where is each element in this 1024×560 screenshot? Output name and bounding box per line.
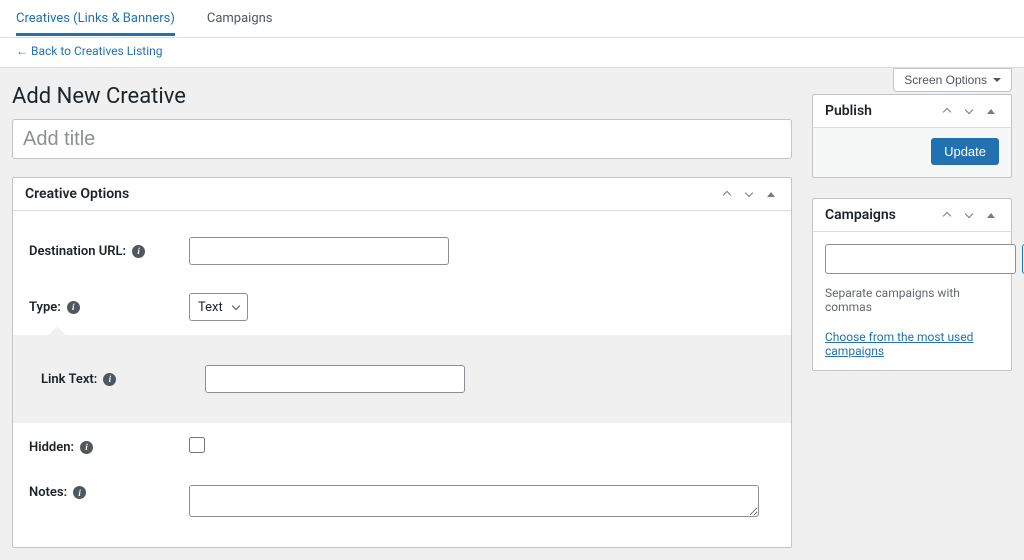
- hidden-checkbox[interactable]: [189, 437, 205, 453]
- creative-options-heading: Creative Options: [25, 186, 129, 202]
- tab-bar: Creatives (Links & Banners) Campaigns: [0, 0, 1024, 38]
- tab-campaigns[interactable]: Campaigns: [207, 1, 273, 36]
- caret-down-icon: [993, 78, 1001, 82]
- move-up-icon[interactable]: [939, 103, 955, 119]
- hidden-label: Hidden:: [29, 440, 74, 455]
- campaigns-box: Campaigns Add Separate campaigns with co…: [812, 198, 1012, 371]
- creative-options-header: Creative Options: [13, 178, 791, 211]
- notes-textarea[interactable]: [189, 485, 759, 517]
- move-down-icon[interactable]: [961, 207, 977, 223]
- info-icon[interactable]: i: [103, 373, 116, 386]
- info-icon[interactable]: i: [80, 441, 93, 454]
- collapse-icon[interactable]: [763, 186, 779, 202]
- move-down-icon[interactable]: [961, 103, 977, 119]
- destination-url-label: Destination URL:: [29, 244, 126, 259]
- publish-heading: Publish: [825, 103, 872, 119]
- screen-options-wrap: Screen Options: [893, 68, 1012, 92]
- update-button[interactable]: Update: [931, 138, 999, 165]
- link-text-row: Link Text: i: [13, 335, 791, 423]
- back-bar: ← Back to Creatives Listing: [0, 38, 1024, 68]
- choose-most-used-campaigns-link[interactable]: Choose from the most used campaigns: [825, 330, 999, 358]
- destination-url-row: Destination URL: i: [25, 223, 779, 279]
- campaigns-note: Separate campaigns with commas: [825, 286, 999, 314]
- hidden-row: Hidden: i: [25, 423, 779, 471]
- move-up-icon[interactable]: [939, 207, 955, 223]
- publish-box: Publish Update: [812, 94, 1012, 178]
- tab-creatives[interactable]: Creatives (Links & Banners): [16, 1, 175, 36]
- type-label: Type:: [29, 300, 61, 315]
- screen-options-label: Screen Options: [904, 73, 987, 87]
- link-text-input[interactable]: [205, 365, 465, 393]
- move-up-icon[interactable]: [719, 186, 735, 202]
- campaigns-header: Campaigns: [813, 199, 1011, 232]
- back-to-listing-link[interactable]: ← Back to Creatives Listing: [16, 44, 163, 58]
- chevron-down-icon: [231, 302, 239, 310]
- creative-options-box: Creative Options Destination URL: i: [12, 177, 792, 548]
- collapse-icon[interactable]: [983, 207, 999, 223]
- type-select[interactable]: Text: [189, 293, 248, 321]
- notes-label: Notes:: [29, 485, 67, 500]
- campaigns-input[interactable]: [825, 244, 1016, 274]
- destination-url-input[interactable]: [189, 237, 449, 265]
- info-icon[interactable]: i: [67, 301, 80, 314]
- page-title: Add New Creative: [12, 84, 792, 109]
- collapse-icon[interactable]: [983, 103, 999, 119]
- info-icon[interactable]: i: [73, 486, 86, 499]
- campaigns-heading: Campaigns: [825, 207, 896, 223]
- screen-options-button[interactable]: Screen Options: [893, 68, 1012, 92]
- type-select-value: Text: [198, 300, 223, 315]
- move-down-icon[interactable]: [741, 186, 757, 202]
- info-icon[interactable]: i: [132, 245, 145, 258]
- publish-header: Publish: [813, 95, 1011, 128]
- link-text-label: Link Text:: [41, 372, 97, 387]
- type-row: Type: i Text: [25, 279, 779, 335]
- title-input[interactable]: [12, 119, 792, 159]
- notes-row: Notes: i: [25, 471, 779, 535]
